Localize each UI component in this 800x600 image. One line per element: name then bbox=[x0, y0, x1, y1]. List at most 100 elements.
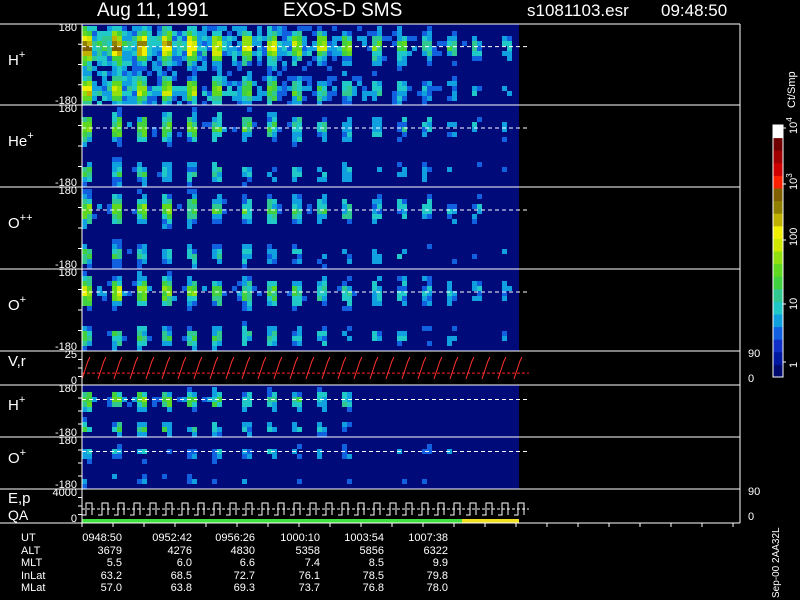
cell bbox=[472, 36, 477, 41]
cell bbox=[292, 76, 297, 81]
cell bbox=[132, 36, 137, 41]
cell bbox=[257, 56, 262, 61]
cell bbox=[422, 31, 427, 36]
cell bbox=[157, 36, 162, 41]
cell bbox=[422, 286, 427, 291]
cell bbox=[117, 444, 122, 449]
cell bbox=[222, 199, 227, 204]
cell bbox=[427, 244, 432, 249]
cell bbox=[147, 96, 152, 101]
cell bbox=[137, 346, 142, 351]
cell bbox=[297, 31, 302, 36]
cell bbox=[427, 214, 432, 219]
cell bbox=[297, 137, 302, 142]
cell bbox=[82, 214, 87, 219]
cell bbox=[82, 172, 87, 177]
cell bbox=[297, 341, 302, 346]
cell bbox=[337, 286, 342, 291]
cell bbox=[402, 91, 407, 96]
cell bbox=[102, 41, 107, 46]
cell bbox=[472, 122, 477, 127]
cell bbox=[112, 454, 117, 459]
cell bbox=[477, 56, 482, 61]
cell bbox=[397, 66, 402, 71]
cell bbox=[92, 36, 97, 41]
cell bbox=[332, 86, 337, 91]
cell bbox=[187, 41, 192, 46]
cell bbox=[192, 301, 197, 306]
cell bbox=[112, 199, 117, 204]
cell bbox=[297, 301, 302, 306]
cell bbox=[162, 219, 167, 224]
cell bbox=[247, 81, 252, 86]
cell bbox=[112, 474, 117, 479]
cell bbox=[217, 177, 222, 182]
cell bbox=[352, 76, 357, 81]
cell bbox=[212, 96, 217, 101]
cell bbox=[427, 81, 432, 86]
cell bbox=[137, 189, 142, 194]
cell bbox=[112, 301, 117, 306]
cell bbox=[172, 51, 177, 56]
cell bbox=[102, 91, 107, 96]
cell bbox=[212, 214, 217, 219]
panel-ymax: 180 bbox=[59, 103, 77, 115]
cell bbox=[427, 276, 432, 281]
cell bbox=[82, 204, 87, 209]
cell bbox=[262, 76, 267, 81]
cell bbox=[242, 117, 247, 122]
cell bbox=[382, 56, 387, 61]
cell bbox=[447, 96, 452, 101]
cell bbox=[162, 402, 167, 407]
cell bbox=[447, 132, 452, 137]
colorbar-swatch bbox=[773, 251, 783, 265]
cell bbox=[152, 91, 157, 96]
cell bbox=[327, 76, 332, 81]
cell bbox=[137, 296, 142, 301]
cell bbox=[402, 36, 407, 41]
cell bbox=[402, 296, 407, 301]
cell bbox=[347, 204, 352, 209]
cell bbox=[187, 66, 192, 71]
cell bbox=[167, 301, 172, 306]
cell bbox=[262, 51, 267, 56]
cell bbox=[157, 61, 162, 66]
cell bbox=[247, 56, 252, 61]
cell bbox=[342, 444, 347, 449]
cell bbox=[422, 51, 427, 56]
cell bbox=[87, 41, 92, 46]
cell bbox=[137, 432, 142, 437]
cell bbox=[292, 122, 297, 127]
cell bbox=[87, 341, 92, 346]
cell bbox=[472, 204, 477, 209]
cell bbox=[137, 254, 142, 259]
cell bbox=[157, 26, 162, 31]
cell bbox=[117, 91, 122, 96]
cell bbox=[462, 41, 467, 46]
cell bbox=[322, 331, 327, 336]
cell bbox=[172, 86, 177, 91]
cell bbox=[277, 96, 282, 101]
cell bbox=[217, 336, 222, 341]
cell bbox=[197, 36, 202, 41]
cell bbox=[102, 81, 107, 86]
cell bbox=[187, 96, 192, 101]
cell bbox=[267, 214, 272, 219]
cell bbox=[217, 214, 222, 219]
cell bbox=[427, 204, 432, 209]
cell bbox=[327, 51, 332, 56]
cell bbox=[142, 296, 147, 301]
cell bbox=[217, 91, 222, 96]
cell bbox=[377, 259, 382, 264]
cell bbox=[267, 402, 272, 407]
cell bbox=[97, 56, 102, 61]
cell bbox=[282, 61, 287, 66]
cell bbox=[182, 51, 187, 56]
cell bbox=[452, 326, 457, 331]
cell bbox=[267, 96, 272, 101]
cell bbox=[112, 61, 117, 66]
cell bbox=[117, 162, 122, 167]
cell bbox=[447, 296, 452, 301]
cell bbox=[302, 26, 307, 31]
cell bbox=[372, 31, 377, 36]
